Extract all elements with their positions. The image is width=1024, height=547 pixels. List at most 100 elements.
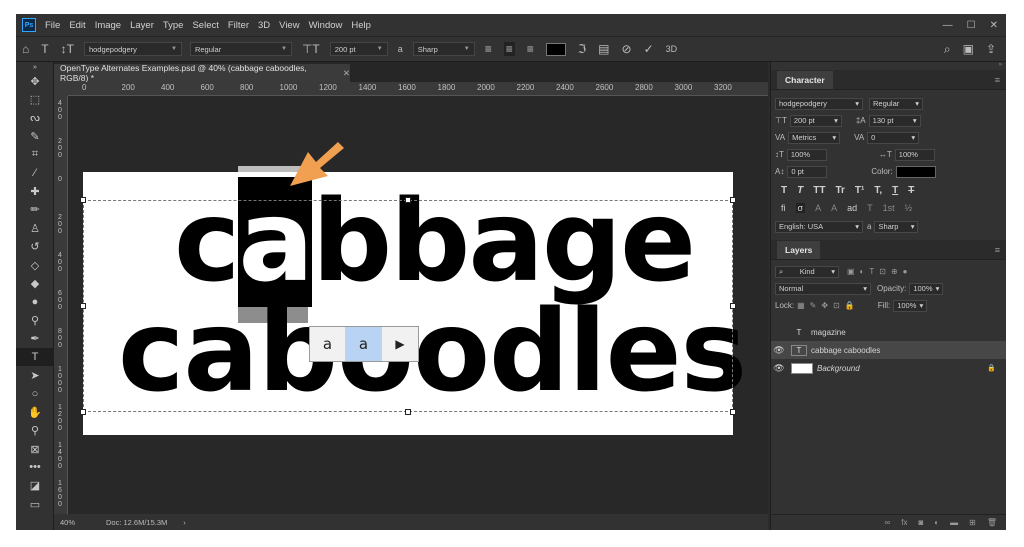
- eyedropper-tool-icon[interactable]: ⁄: [16, 164, 54, 182]
- fractions-button[interactable]: ½: [905, 203, 913, 213]
- text-color-swatch[interactable]: [545, 42, 566, 56]
- pen-tool-icon[interactable]: ✒: [16, 329, 54, 347]
- menu-edit[interactable]: Edit: [69, 20, 85, 31]
- char-antialias-select[interactable]: Sharp ▾: [874, 220, 919, 233]
- magic-wand-tool-icon[interactable]: ✎: [16, 127, 54, 145]
- commit-check-icon[interactable]: ✓: [644, 42, 654, 56]
- menu-layer[interactable]: Layer: [130, 20, 154, 31]
- horizontal-ruler[interactable]: 0 200 400 600 800 1000 1200 1400 1600 1800 2000 220…: [68, 82, 768, 96]
- history-brush-tool-icon[interactable]: ↺: [16, 238, 54, 256]
- align-right-icon[interactable]: ≡: [527, 42, 534, 56]
- char-font-family-select[interactable]: hodgepodgery ▾: [775, 97, 863, 110]
- superscript-button[interactable]: T¹: [855, 185, 864, 196]
- eraser-tool-icon[interactable]: ◇: [16, 256, 54, 274]
- tab-character[interactable]: Character: [777, 70, 833, 89]
- move-tool-icon[interactable]: ✥: [16, 72, 54, 90]
- new-group-icon[interactable]: ▬: [950, 518, 958, 527]
- layer-row-cabbage-caboodles[interactable]: 👁 T cabbage caboodles: [771, 341, 1006, 359]
- alternate-glyph-2[interactable]: a: [346, 327, 382, 361]
- foreground-background-colors-icon[interactable]: ◪: [16, 477, 54, 495]
- text-orientation-icon[interactable]: ↕T: [61, 42, 74, 56]
- ruler-origin[interactable]: [54, 82, 68, 96]
- transform-handle-br[interactable]: [730, 409, 736, 415]
- hand-tool-icon[interactable]: ✋: [16, 403, 54, 421]
- frame-tool-icon[interactable]: ⊠: [16, 440, 54, 458]
- minimize-icon[interactable]: —: [943, 20, 953, 31]
- path-selection-tool-icon[interactable]: ➤: [16, 366, 54, 384]
- char-font-style-select[interactable]: Regular ▾: [869, 97, 923, 110]
- link-layers-icon[interactable]: ∞: [885, 518, 891, 527]
- healing-brush-tool-icon[interactable]: ✚: [16, 182, 54, 200]
- dodge-tool-icon[interactable]: ⚲: [16, 311, 54, 329]
- new-layer-icon[interactable]: ⊞: [969, 518, 976, 527]
- lasso-tool-icon[interactable]: ᔓ: [16, 109, 54, 127]
- paint-bucket-tool-icon[interactable]: ◆: [16, 274, 54, 292]
- document-tab[interactable]: OpenType Alternates Examples.psd @ 40% (…: [54, 63, 350, 83]
- brush-tool-icon[interactable]: ✏: [16, 201, 54, 219]
- menu-filter[interactable]: Filter: [228, 20, 249, 31]
- align-left-icon[interactable]: ≡: [485, 42, 492, 56]
- small-caps-button[interactable]: Tr: [835, 185, 844, 196]
- char-kerning-field[interactable]: Metrics ▾: [788, 131, 841, 144]
- menu-3d[interactable]: 3D: [258, 20, 270, 31]
- char-tracking-field[interactable]: 0 ▾: [867, 131, 920, 144]
- strikethrough-button[interactable]: T: [908, 185, 914, 196]
- menu-help[interactable]: Help: [351, 20, 371, 31]
- layer-row-background[interactable]: 👁 Background 🔒: [771, 359, 1006, 377]
- discretionary-ligatures-button[interactable]: A: [815, 203, 821, 213]
- transform-handle-mr[interactable]: [730, 303, 736, 309]
- tab-layers[interactable]: Layers: [777, 240, 821, 259]
- ligatures-button[interactable]: fi: [781, 203, 786, 213]
- maximize-icon[interactable]: ☐: [967, 20, 976, 31]
- subscript-button[interactable]: T,: [874, 185, 882, 196]
- zoom-tool-icon[interactable]: ⚲: [16, 421, 54, 439]
- blur-tool-icon[interactable]: ●: [16, 293, 54, 311]
- faux-bold-button[interactable]: T: [781, 185, 787, 196]
- font-size-select[interactable]: 200 pt ▼: [329, 42, 388, 56]
- all-caps-button[interactable]: TT: [813, 185, 825, 196]
- search-icon[interactable]: ⌕: [944, 42, 951, 57]
- eye-icon[interactable]: 👁: [771, 345, 787, 356]
- zoom-level[interactable]: 40%: [60, 518, 106, 527]
- layer-row-magazine[interactable]: T magazine: [771, 323, 1006, 341]
- menu-type[interactable]: Type: [163, 20, 184, 31]
- quick-mask-icon[interactable]: ▭: [16, 495, 54, 513]
- eye-icon[interactable]: 👁: [771, 363, 787, 374]
- stylistic-alternates-button[interactable]: ad: [847, 203, 857, 213]
- close-icon[interactable]: ✕: [990, 20, 998, 31]
- transform-handle-bl[interactable]: [80, 409, 86, 415]
- transform-handle-ml[interactable]: [80, 303, 86, 309]
- char-language-select[interactable]: English: USA ▾: [775, 220, 863, 233]
- transform-handle-tl[interactable]: [80, 197, 86, 203]
- menu-window[interactable]: Window: [309, 20, 343, 31]
- char-size-field[interactable]: 200 pt ▾: [789, 114, 842, 127]
- menu-image[interactable]: Image: [95, 20, 121, 31]
- char-color-swatch[interactable]: [895, 165, 936, 178]
- transform-handle-tc[interactable]: [405, 197, 411, 203]
- vertical-ruler[interactable]: 4 0 0 2 0 0 0 2 0 0 4 0 0 6 0 0 8 0 0 1 0 0 0 1 …: [54, 96, 68, 514]
- font-family-select[interactable]: hodgepodgery ▼: [83, 42, 182, 56]
- character-panel-icon[interactable]: ▤: [598, 42, 609, 56]
- char-hscale-field[interactable]: 100%: [894, 148, 935, 161]
- swash-button[interactable]: A: [831, 203, 837, 213]
- more-tools-icon[interactable]: •••: [16, 458, 54, 476]
- panel-collapse-icon[interactable]: »: [771, 62, 1006, 70]
- titling-alternates-button[interactable]: T: [867, 203, 873, 213]
- status-arrow-icon[interactable]: ›: [183, 518, 186, 527]
- panel-menu-icon[interactable]: ≡: [995, 75, 1000, 85]
- menu-file[interactable]: File: [45, 20, 60, 31]
- home-icon[interactable]: ⌂: [22, 42, 29, 56]
- warp-text-icon[interactable]: ℑ: [578, 42, 586, 56]
- marquee-tool-icon[interactable]: ⬚: [16, 90, 54, 108]
- cancel-icon[interactable]: ⊘: [622, 42, 632, 56]
- adjustment-layer-icon[interactable]: ◐: [934, 518, 939, 527]
- fill-field[interactable]: 100% ▾: [893, 299, 928, 312]
- threed-button[interactable]: 3D: [666, 44, 678, 54]
- toolbar-collapse-icon[interactable]: »: [16, 62, 54, 72]
- panel-menu-icon[interactable]: ≡: [995, 245, 1000, 255]
- ordinals-button[interactable]: 1st: [883, 203, 895, 213]
- layers-filter-select[interactable]: ⌕ Kind ▾: [775, 265, 839, 278]
- type-tool-preset-icon[interactable]: T: [41, 42, 48, 56]
- share-icon[interactable]: ⇪: [986, 42, 996, 56]
- faux-italic-button[interactable]: T: [797, 185, 803, 196]
